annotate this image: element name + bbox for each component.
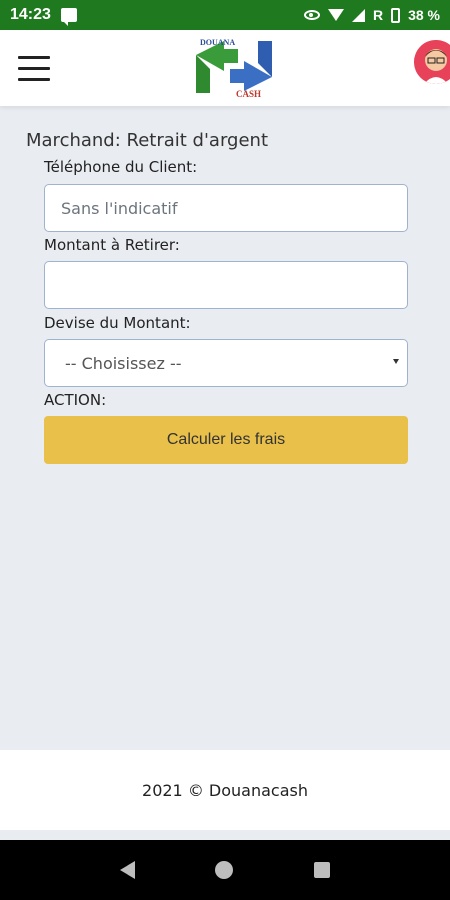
wifi-icon bbox=[327, 9, 344, 21]
status-time: 14:23 bbox=[10, 6, 51, 23]
amount-input[interactable] bbox=[44, 261, 408, 309]
home-icon[interactable] bbox=[215, 861, 234, 879]
currency-label: Devise du Montant: bbox=[44, 314, 191, 332]
dropdown-caret-icon bbox=[393, 359, 399, 364]
app-header: DOUANA CASH bbox=[0, 30, 450, 106]
phone-label: Téléphone du Client: bbox=[44, 158, 198, 176]
hamburger-menu-icon[interactable] bbox=[18, 56, 50, 82]
user-avatar[interactable] bbox=[414, 40, 450, 84]
status-icons: R 38 % bbox=[303, 7, 440, 23]
message-icon bbox=[60, 8, 77, 26]
roaming-indicator: R bbox=[372, 7, 384, 23]
currency-selected-value: -- Choisissez -- bbox=[65, 353, 182, 373]
signal-icon bbox=[351, 8, 365, 22]
phone-input[interactable] bbox=[44, 184, 408, 232]
logo-top-text: DOUANA bbox=[200, 38, 235, 47]
battery-icon bbox=[391, 7, 401, 23]
status-bar: 14:23 R 38 % bbox=[0, 0, 450, 30]
back-icon[interactable] bbox=[120, 861, 136, 879]
douanacash-logo: DOUANA CASH bbox=[196, 38, 272, 99]
logo-bottom-text: CASH bbox=[236, 89, 261, 99]
amount-label: Montant à Retirer: bbox=[44, 236, 180, 254]
action-label: ACTION: bbox=[44, 391, 107, 409]
footer-copyright: 2021 © Douanacash bbox=[142, 780, 308, 800]
recent-apps-icon[interactable] bbox=[313, 862, 330, 878]
footer: 2021 © Douanacash bbox=[0, 750, 450, 830]
eye-icon bbox=[303, 10, 320, 20]
battery-percent: 38 % bbox=[408, 7, 440, 23]
system-nav-bar bbox=[0, 840, 450, 900]
page-title: Marchand: Retrait d'argent bbox=[26, 130, 269, 151]
currency-select[interactable]: -- Choisissez -- bbox=[44, 339, 408, 387]
calculate-fees-button[interactable]: Calculer les frais bbox=[44, 416, 408, 464]
